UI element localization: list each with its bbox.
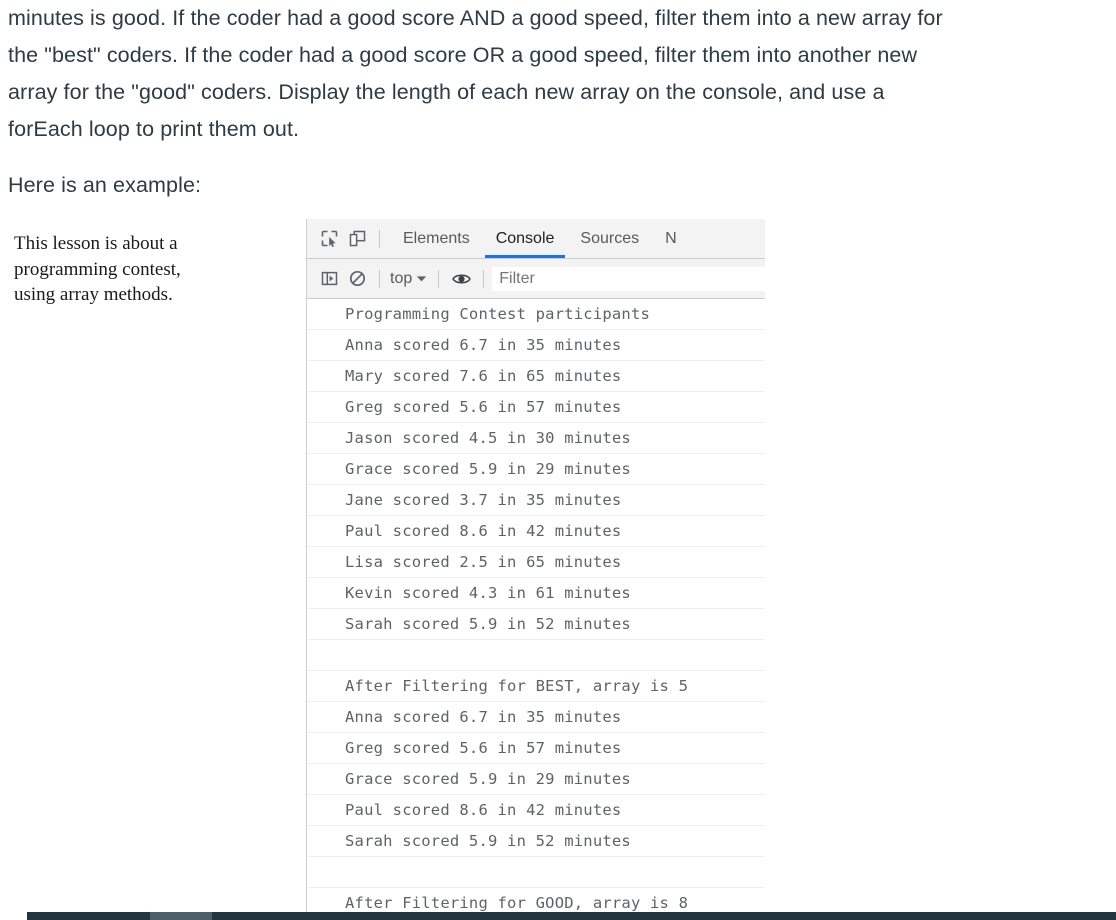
chevron-down-icon[interactable] [412, 275, 430, 283]
annotation-line-3: using array methods. [14, 284, 173, 305]
horizontal-scrollbar[interactable] [0, 912, 1116, 920]
scrollbar-track[interactable] [27, 912, 1116, 920]
annotation-line-1: This lesson is about a [14, 233, 178, 254]
console-row: After Filtering for BEST, array is 5 [307, 671, 765, 702]
console-row: Grace scored 5.9 in 29 minutes [307, 454, 765, 485]
console-filter-input[interactable] [492, 266, 765, 291]
console-output[interactable]: Programming Contest participants Anna sco… [307, 299, 765, 919]
lesson-paragraph-2: Here is an example: [8, 173, 202, 197]
console-row: Lisa scored 2.5 in 65 minutes [307, 547, 765, 578]
console-row: Jane scored 3.7 in 35 minutes [307, 485, 765, 516]
clear-console-icon[interactable] [343, 265, 371, 293]
tab-console[interactable]: Console [483, 219, 568, 258]
console-row [307, 640, 765, 671]
console-row: Anna scored 6.7 in 35 minutes [307, 702, 765, 733]
console-row: Greg scored 5.6 in 57 minutes [307, 392, 765, 423]
console-row: Sarah scored 5.9 in 52 minutes [307, 826, 765, 857]
filterbar-divider-2 [438, 269, 440, 288]
console-row: Greg scored 5.6 in 57 minutes [307, 733, 765, 764]
console-row: Mary scored 7.6 in 65 minutes [307, 361, 765, 392]
console-sidebar-icon[interactable] [315, 265, 343, 293]
console-row: Jason scored 4.5 in 30 minutes [307, 423, 765, 454]
tab-network[interactable]: N [652, 219, 690, 258]
console-row: Anna scored 6.7 in 35 minutes [307, 330, 765, 361]
filterbar-divider-3 [483, 269, 485, 288]
devtools-toolbar: Elements Console Sources N [307, 219, 765, 259]
tab-sources[interactable]: Sources [567, 219, 652, 258]
console-row: Programming Contest participants [307, 299, 765, 330]
filterbar-divider-1 [379, 269, 380, 288]
console-row: Kevin scored 4.3 in 61 minutes [307, 578, 765, 609]
console-filter-toolbar: top [307, 259, 765, 299]
devtools-panel: Elements Console Sources N top Filter Pr… [306, 219, 765, 920]
tab-elements[interactable]: Elements [390, 219, 483, 258]
console-row: Paul scored 8.6 in 42 minutes [307, 795, 765, 826]
lesson-text: minutes is good. If the coder had a good… [8, 0, 948, 204]
scrollbar-thumb[interactable] [150, 912, 212, 920]
console-row: Grace scored 5.9 in 29 minutes [307, 764, 765, 795]
inspect-element-icon[interactable] [315, 225, 343, 253]
console-context-selector[interactable]: top [390, 270, 412, 288]
lesson-paragraph-1: minutes is good. If the coder had a good… [8, 6, 943, 141]
margin-annotation: This lesson is about a programming conte… [14, 231, 284, 308]
annotation-line-2: programming contest, [14, 258, 181, 280]
console-row: Paul scored 8.6 in 42 minutes [307, 516, 765, 547]
device-toolbar-icon[interactable] [343, 225, 371, 253]
console-row [307, 857, 765, 888]
devtools-tabs: Elements Console Sources N [390, 219, 690, 258]
toolbar-divider [379, 229, 380, 248]
console-row: Sarah scored 5.9 in 52 minutes [307, 609, 765, 640]
live-expression-eye-icon[interactable] [447, 265, 475, 293]
